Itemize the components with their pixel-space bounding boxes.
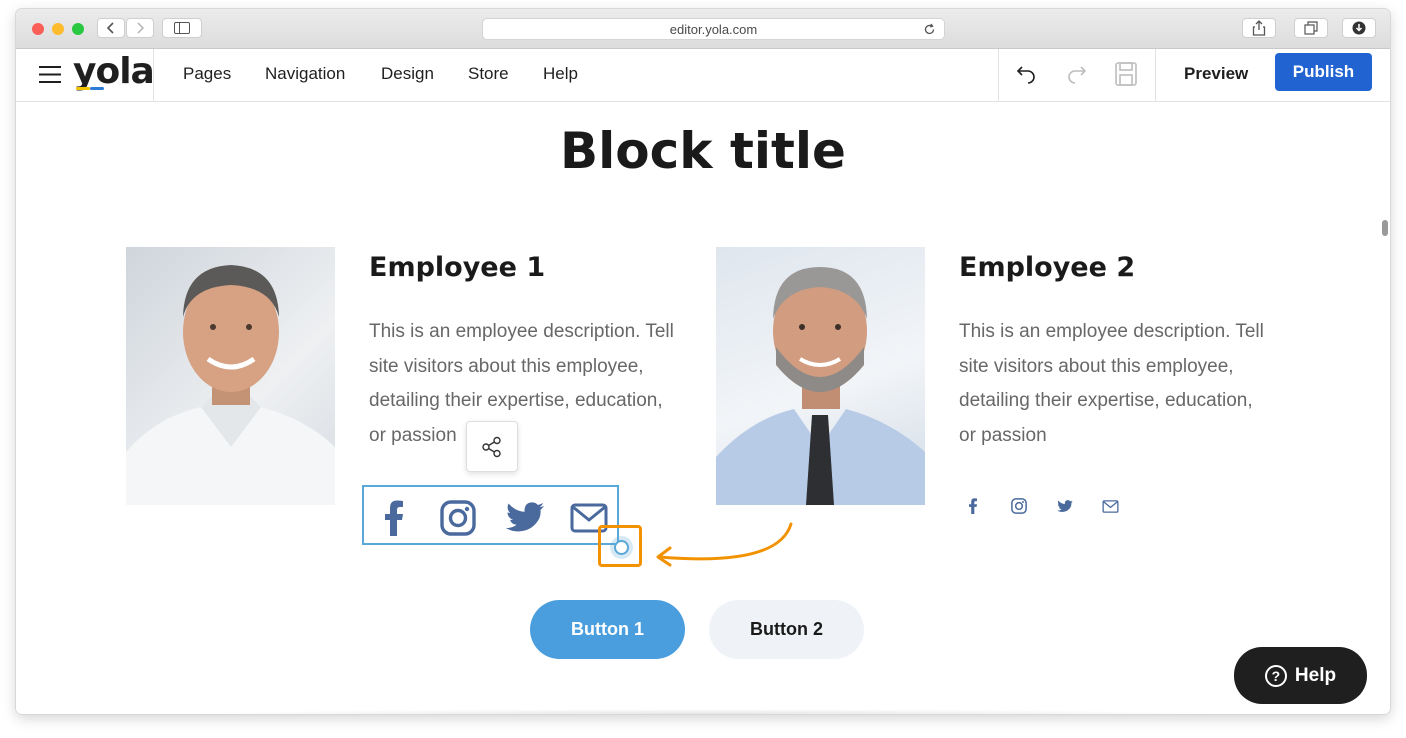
- forward-button[interactable]: [126, 18, 154, 38]
- description-line: or passion: [959, 424, 1047, 446]
- instagram-icon[interactable]: [440, 500, 476, 536]
- description-line: site visitors about this employee,: [369, 355, 644, 377]
- url-text: editor.yola.com: [669, 21, 758, 37]
- description-line: site visitors about this employee,: [959, 355, 1234, 377]
- zoom-window-button[interactable]: [72, 23, 84, 35]
- save-icon[interactable]: [1115, 62, 1137, 86]
- publish-button[interactable]: Publish: [1275, 53, 1372, 91]
- hamburger-menu-icon[interactable]: [39, 66, 61, 83]
- back-button[interactable]: [97, 18, 125, 38]
- employee-1-portrait: [126, 265, 335, 505]
- description-line: This is an employee description. Tell: [959, 321, 1264, 342]
- employee-2-photo[interactable]: [716, 247, 925, 505]
- editor-toolbar: yola Pages Navigation Design Store Help …: [16, 49, 1390, 102]
- nav-pages[interactable]: Pages: [183, 64, 231, 84]
- button-1[interactable]: Button 1: [530, 600, 685, 659]
- mail-icon[interactable]: [1102, 500, 1119, 513]
- twitter-icon[interactable]: [1057, 500, 1073, 513]
- resize-handle[interactable]: [614, 540, 629, 555]
- divider: [1155, 49, 1156, 101]
- help-label: Help: [1294, 664, 1337, 686]
- employee-2-description[interactable]: This is an employee description. Tell si…: [959, 315, 1279, 453]
- description-line: detailing their expertise, education,: [959, 390, 1253, 411]
- chevron-right-icon: [137, 22, 145, 34]
- section-shadow: [186, 709, 1226, 714]
- browser-window: editor.yola.com yola Pages Navigation De…: [16, 9, 1390, 714]
- employee-1-description[interactable]: This is an employee description. Tell si…: [369, 315, 689, 453]
- nav-navigation[interactable]: Navigation: [265, 64, 345, 84]
- divider: [998, 49, 999, 101]
- redo-icon[interactable]: [1065, 63, 1087, 85]
- help-widget-button[interactable]: ? Help: [1234, 647, 1367, 704]
- tabs-icon: [1304, 21, 1318, 35]
- nav-design[interactable]: Design: [381, 64, 434, 84]
- description-line: or passion: [369, 424, 457, 446]
- employee-2-portrait: [716, 267, 925, 505]
- share-icon: [1252, 20, 1266, 36]
- scrollbar-thumb[interactable]: [1382, 220, 1388, 236]
- button-2[interactable]: Button 2: [709, 600, 864, 659]
- tabs-button[interactable]: [1294, 18, 1328, 38]
- chevron-left-icon: [106, 22, 114, 34]
- arrow-annotation-icon: [656, 522, 793, 567]
- employee-1-photo[interactable]: [126, 247, 335, 505]
- share-button[interactable]: [1242, 18, 1276, 38]
- description-line: detailing their expertise, education,: [369, 390, 663, 411]
- divider: [153, 49, 154, 101]
- facebook-icon[interactable]: [969, 498, 977, 514]
- facebook-icon[interactable]: [385, 500, 403, 536]
- logo-accent: [76, 87, 90, 90]
- undo-icon[interactable]: [1016, 63, 1038, 85]
- minimize-window-button[interactable]: [52, 23, 64, 35]
- block-title[interactable]: Block title: [16, 122, 1390, 180]
- share-tooltip-button[interactable]: [466, 421, 518, 472]
- sidebar-toggle-button[interactable]: [162, 18, 202, 38]
- question-icon: ?: [1264, 664, 1287, 687]
- twitter-icon[interactable]: [506, 502, 544, 534]
- logo-accent: [90, 87, 104, 90]
- downloads-button[interactable]: [1342, 18, 1376, 38]
- nav-store[interactable]: Store: [468, 64, 509, 84]
- browser-toolbar: editor.yola.com: [16, 9, 1390, 49]
- preview-button[interactable]: Preview: [1184, 64, 1248, 84]
- employee-2-name[interactable]: Employee 2: [959, 252, 1135, 283]
- sidebar-icon: [174, 22, 190, 34]
- close-window-button[interactable]: [32, 23, 44, 35]
- instagram-icon[interactable]: [1011, 498, 1027, 514]
- reload-icon[interactable]: [923, 23, 936, 36]
- yola-logo[interactable]: yola: [73, 51, 155, 92]
- address-bar[interactable]: editor.yola.com: [482, 18, 945, 40]
- description-line: This is an employee description. Tell: [369, 321, 674, 342]
- nav-help[interactable]: Help: [543, 64, 578, 84]
- download-icon: [1352, 21, 1366, 35]
- employee-1-name[interactable]: Employee 1: [369, 252, 545, 283]
- share-nodes-icon: [482, 436, 501, 457]
